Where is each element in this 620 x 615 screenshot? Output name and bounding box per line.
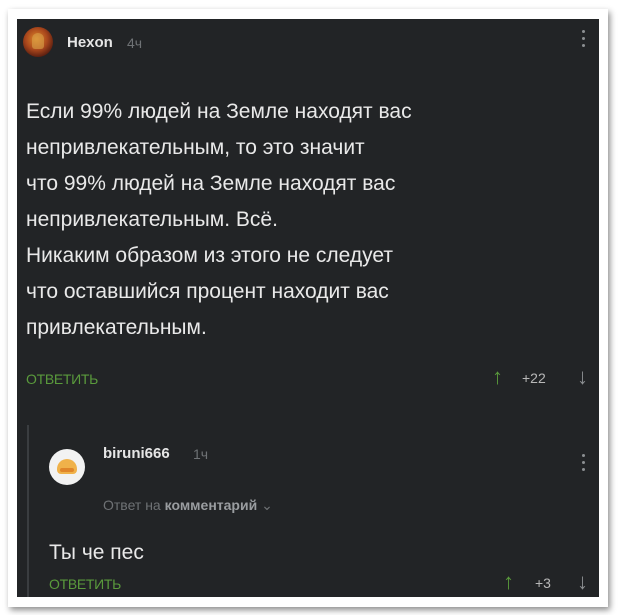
reply-button[interactable]: ОТВЕТИТЬ xyxy=(26,371,98,387)
comment-time: 4ч xyxy=(127,35,143,51)
comment-line: что 99% людей на Земле находят вас xyxy=(26,172,396,195)
arrow-up-icon[interactable]: ↑ xyxy=(492,366,503,388)
comment-username[interactable]: Hexon xyxy=(67,34,113,51)
chevron-down-icon[interactable]: ⌄ xyxy=(261,497,273,513)
comment-line: Никаким образом из этого не следует xyxy=(26,244,394,267)
arrow-down-icon[interactable]: ↓ xyxy=(577,366,588,388)
reply-username[interactable]: biruni666 xyxy=(103,445,170,462)
arrow-up-icon[interactable]: ↑ xyxy=(503,571,514,593)
comment-line: что оставшийся процент находит вас xyxy=(26,280,389,303)
comment-text: Если 99% людей на Земле находят вас непр… xyxy=(26,94,566,346)
comment-line: непривлекательным. Всё. xyxy=(26,208,278,231)
thread-line xyxy=(27,425,29,597)
comments-screen: Hexon 4ч Если 99% людей на Земле находят… xyxy=(17,19,599,597)
kebab-menu-icon[interactable] xyxy=(582,30,586,48)
comment-line: непривлекательным, то это значит xyxy=(26,136,365,159)
reply-button[interactable]: ОТВЕТИТЬ xyxy=(49,576,121,592)
reply-to-prefix: Ответ на xyxy=(103,497,161,513)
reply-avatar[interactable] xyxy=(49,449,85,485)
reply-time: 1ч xyxy=(193,446,209,462)
reply-text: Ты че пес xyxy=(49,541,144,564)
comment-score: +22 xyxy=(522,370,546,386)
comment-line: Если 99% людей на Земле находят вас xyxy=(26,100,412,123)
comment-line: привлекательным. xyxy=(26,316,207,339)
arrow-down-icon[interactable]: ↓ xyxy=(577,571,588,593)
reply-to-info[interactable]: Ответ на комментарий ⌄ xyxy=(103,497,273,514)
reply-score: +3 xyxy=(535,575,551,591)
reply-to-target[interactable]: комментарий xyxy=(165,497,258,513)
avatar[interactable] xyxy=(23,27,53,57)
kebab-menu-icon[interactable] xyxy=(582,454,586,472)
